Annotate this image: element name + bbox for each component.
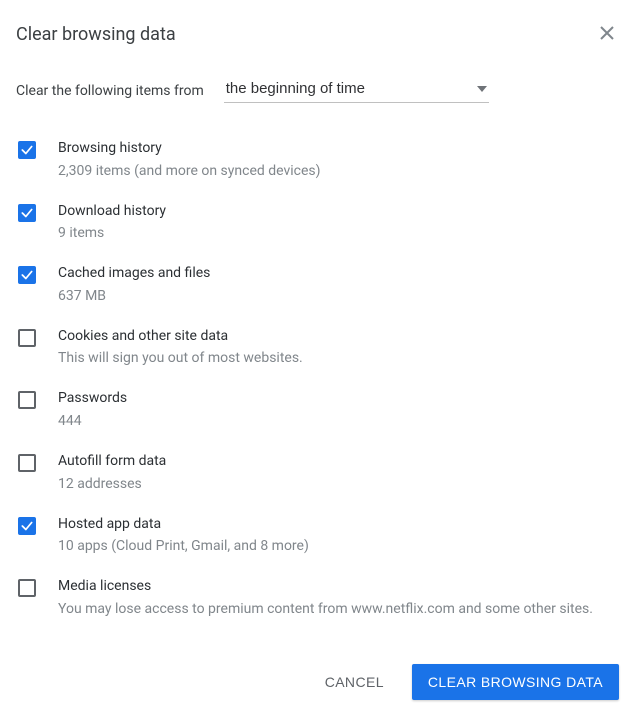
item-title: Download history (58, 202, 621, 222)
checkbox-wrap (18, 264, 36, 284)
check-icon (20, 268, 34, 282)
item-text: Hosted app data10 apps (Cloud Print, Gma… (58, 515, 621, 558)
cancel-button[interactable]: Cancel (311, 664, 398, 700)
item-title: Cached images and files (58, 264, 621, 284)
chevron-down-icon (477, 84, 487, 94)
close-button[interactable] (593, 20, 621, 48)
item-text: Cached images and files637 MB (58, 264, 621, 307)
item-row-autofill: Autofill form data12 addresses (16, 442, 621, 505)
time-range-row: Clear the following items from the begin… (16, 76, 621, 125)
checkbox-wrap (18, 327, 36, 347)
item-subtitle: This will sign you out of most websites. (58, 346, 621, 369)
item-text: Autofill form data12 addresses (58, 452, 621, 495)
checkbox-cached-files[interactable] (18, 266, 36, 284)
items-list: Browsing history2,309 items (and more on… (16, 125, 621, 630)
clear-browsing-data-dialog: Clear browsing data Clear the following … (0, 0, 637, 716)
item-row-hosted-app: Hosted app data10 apps (Cloud Print, Gma… (16, 505, 621, 568)
item-title: Passwords (58, 389, 621, 409)
time-range-label: Clear the following items from (16, 83, 204, 103)
time-range-select[interactable]: the beginning of time (224, 76, 489, 103)
checkbox-browsing-history[interactable] (18, 141, 36, 159)
item-subtitle: You may lose access to premium content f… (58, 597, 621, 620)
item-row-cached-files: Cached images and files637 MB (16, 254, 621, 317)
checkbox-download-history[interactable] (18, 204, 36, 222)
checkbox-wrap (18, 452, 36, 472)
item-row-download-history: Download history9 items (16, 192, 621, 255)
checkbox-wrap (18, 577, 36, 597)
checkbox-hosted-app[interactable] (18, 517, 36, 535)
check-icon (20, 206, 34, 220)
checkbox-passwords[interactable] (18, 391, 36, 409)
item-text: Cookies and other site dataThis will sig… (58, 327, 621, 370)
item-subtitle: 10 apps (Cloud Print, Gmail, and 8 more) (58, 534, 621, 557)
close-icon (600, 26, 614, 43)
item-subtitle: 637 MB (58, 284, 621, 307)
item-title: Cookies and other site data (58, 327, 621, 347)
item-text: Media licensesYou may lose access to pre… (58, 577, 621, 620)
item-title: Hosted app data (58, 515, 621, 535)
item-text: Passwords444 (58, 389, 621, 432)
dialog-header: Clear browsing data (16, 16, 621, 76)
clear-browsing-data-button[interactable]: Clear browsing data (412, 664, 619, 700)
item-text: Browsing history2,309 items (and more on… (58, 139, 621, 182)
checkbox-wrap (18, 202, 36, 222)
item-row-cookies: Cookies and other site dataThis will sig… (16, 317, 621, 380)
checkbox-cookies[interactable] (18, 329, 36, 347)
check-icon (20, 519, 34, 533)
checkbox-autofill[interactable] (18, 454, 36, 472)
checkbox-wrap (18, 139, 36, 159)
item-subtitle: 444 (58, 409, 621, 432)
item-subtitle: 2,309 items (and more on synced devices) (58, 159, 621, 182)
checkbox-wrap (18, 389, 36, 409)
item-title: Media licenses (58, 577, 621, 597)
item-row-passwords: Passwords444 (16, 379, 621, 442)
item-title: Browsing history (58, 139, 621, 159)
item-title: Autofill form data (58, 452, 621, 472)
time-range-value: the beginning of time (226, 80, 365, 97)
item-subtitle: 9 items (58, 221, 621, 244)
dialog-actions: Cancel Clear browsing data (16, 630, 621, 700)
item-subtitle: 12 addresses (58, 472, 621, 495)
item-text: Download history9 items (58, 202, 621, 245)
item-row-browsing-history: Browsing history2,309 items (and more on… (16, 129, 621, 192)
dialog-title: Clear browsing data (16, 24, 176, 45)
checkbox-media-licenses[interactable] (18, 579, 36, 597)
checkbox-wrap (18, 515, 36, 535)
check-icon (20, 143, 34, 157)
item-row-media-licenses: Media licensesYou may lose access to pre… (16, 567, 621, 630)
